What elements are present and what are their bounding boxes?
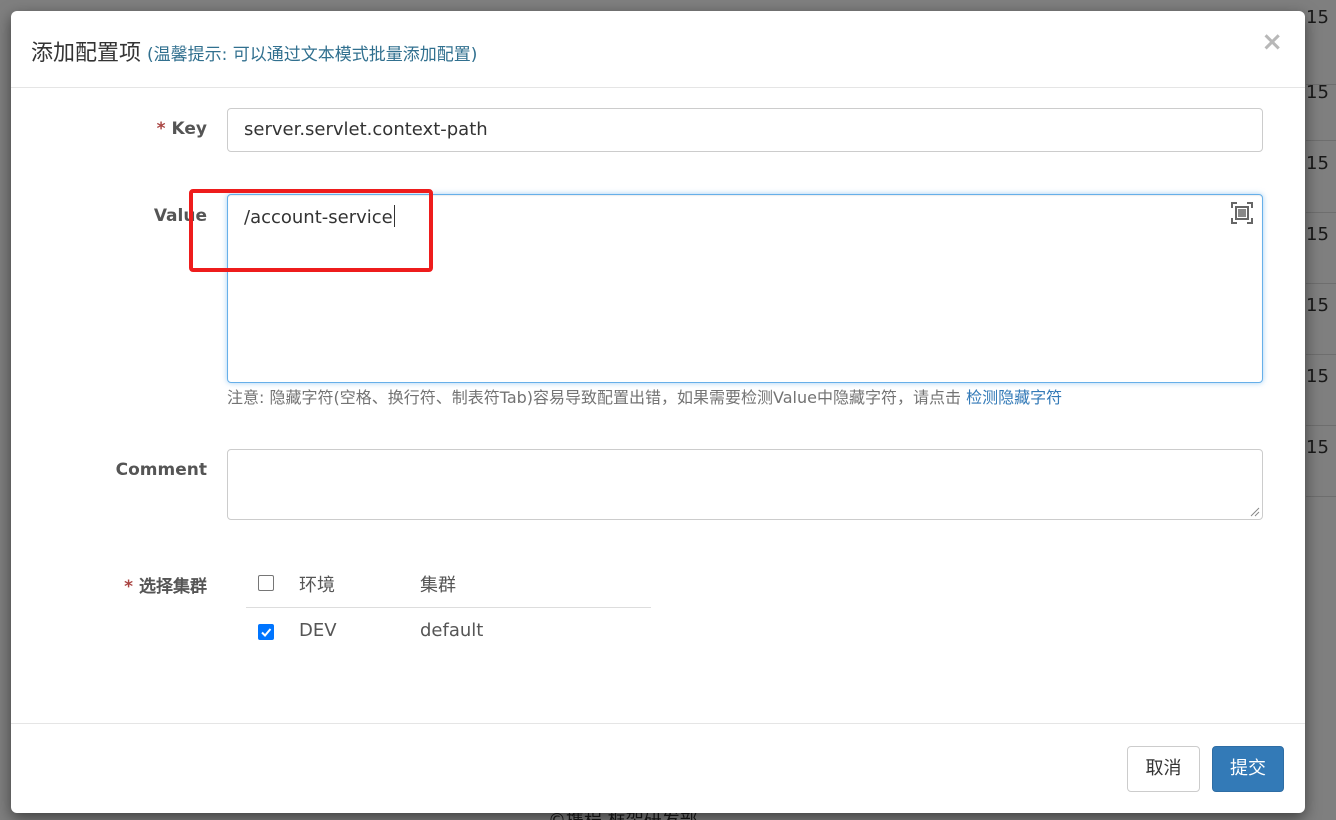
cluster-checkbox-dev[interactable] [258,624,274,640]
table-row: DEV default [246,608,651,656]
cluster-cell: default [420,620,484,641]
modal-footer: 取消 提交 [11,723,1305,814]
comment-label: Comment [11,460,207,480]
select-cluster-label: * 选择集群 [11,572,207,597]
required-mark: * [124,577,133,597]
cluster-column-header: 集群 [420,575,456,596]
value-text-content: /account-service [244,207,393,228]
select-all-checkbox[interactable] [258,575,274,591]
env-column-header: 环境 [299,575,335,596]
add-config-modal: 添加配置项 (温馨提示: 可以通过文本模式批量添加配置) × * Key serve… [11,11,1305,813]
value-textarea[interactable]: /account-service [227,194,1263,383]
modal-title: 添加配置项 (温馨提示: 可以通过文本模式批量添加配置) [31,35,477,67]
modal-title-hint: (温馨提示: 可以通过文本模式批量添加配置) [147,45,478,65]
key-label-text: Key [171,119,208,139]
detect-hidden-chars-link[interactable]: 检测隐藏字符 [966,388,1062,407]
select-cluster-label-text: 选择集群 [139,577,207,597]
help-text: 注意: 隐藏字符(空格、换行符、制表符Tab)容易导致配置出错，如果需要检测Va… [227,388,967,407]
modal-title-text: 添加配置项 [31,41,142,66]
value-text: /account-service [244,205,395,228]
cluster-table: 环境 集群 DEV default [246,559,651,656]
env-cell: DEV [299,620,337,641]
value-label: Value [11,206,207,226]
value-label-text: Value [153,206,207,226]
comment-textarea[interactable] [227,449,1263,520]
comment-label-text: Comment [115,460,207,480]
text-caret [393,205,395,227]
submit-button[interactable]: 提交 [1212,746,1284,792]
fullscreen-icon[interactable] [1230,201,1254,225]
modal-header: 添加配置项 (温馨提示: 可以通过文本模式批量添加配置) × [11,11,1305,88]
key-input[interactable]: server.servlet.context-path [227,108,1263,152]
required-mark: * [156,119,166,139]
key-label: * Key [11,119,207,139]
cancel-button[interactable]: 取消 [1127,746,1200,792]
resize-grip-icon[interactable] [1250,507,1260,517]
hidden-chars-help: 注意: 隐藏字符(空格、换行符、制表符Tab)容易导致配置出错，如果需要检测Va… [227,384,1062,408]
cluster-table-header: 环境 集群 [246,559,651,608]
close-icon[interactable]: × [1261,29,1283,55]
checkmark-icon [261,628,272,637]
